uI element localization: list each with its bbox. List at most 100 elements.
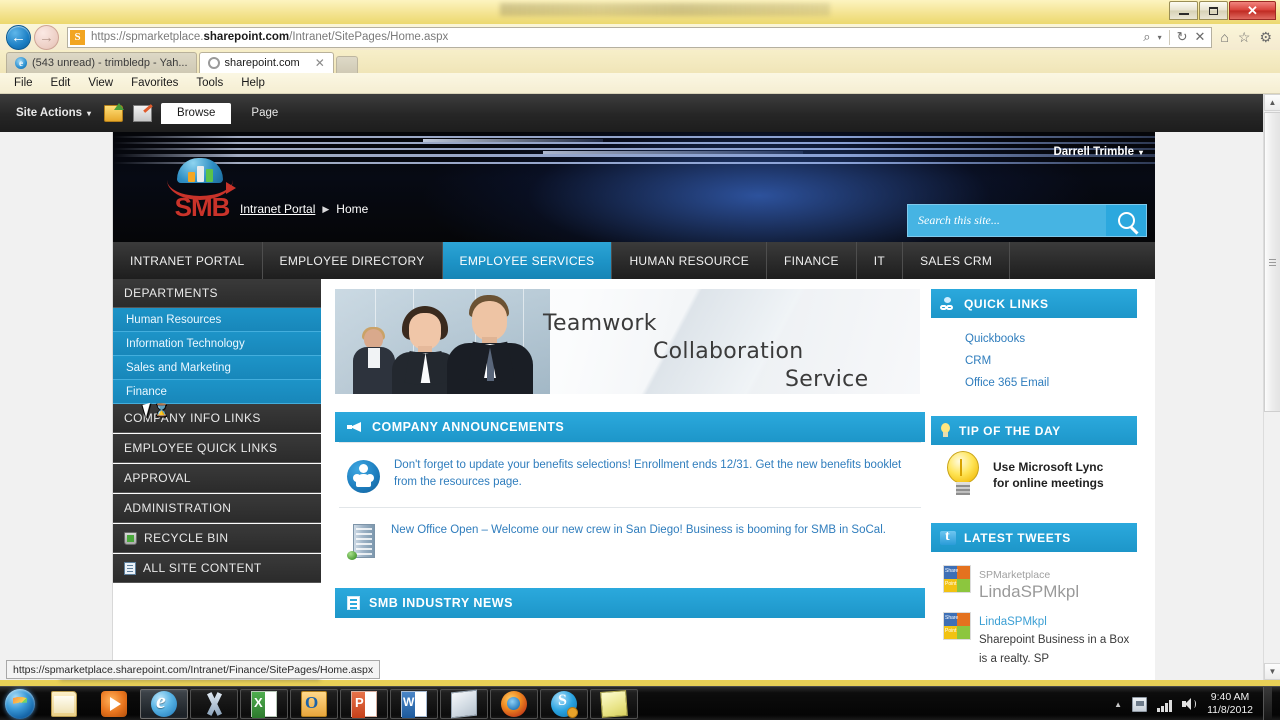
menu-item-favorites[interactable]: Favorites [131, 77, 178, 89]
announcement-item[interactable]: New Office Open – Welcome our new crew i… [335, 508, 925, 574]
nav-item-finance[interactable]: FINANCE [767, 242, 857, 279]
taskbar-item-x-app[interactable] [190, 688, 238, 719]
sidebar-item-finance[interactable]: Finance [113, 380, 321, 404]
clock[interactable]: 9:40 AM 11/8/2012 [1207, 691, 1253, 717]
navigate-up-icon[interactable] [104, 102, 125, 122]
scrollbar-grip-icon [1269, 258, 1276, 266]
quick-link-office-365-email[interactable]: Office 365 Email [931, 372, 1137, 394]
chevron-down-icon[interactable]: ▾ [1158, 33, 1162, 42]
sidebar-item-information-technology[interactable]: Information Technology [113, 332, 321, 356]
ribbon-tab-browse[interactable]: Browse [161, 102, 232, 124]
url-bar[interactable]: S https://spmarketplace.sharepoint.com/I… [67, 26, 1213, 48]
nav-item-employee-services[interactable]: EMPLOYEE SERVICES [442, 242, 613, 279]
nav-item-human-resource[interactable]: HUMAN RESOURCE [612, 242, 768, 279]
hero-text-collaboration: Collaboration [653, 339, 804, 364]
browser-toolbar-icons: ⌂ ☆ ⚙ [1212, 29, 1280, 46]
menu-item-edit[interactable]: Edit [51, 77, 71, 89]
taskbar-item-internet-explorer[interactable] [140, 688, 188, 719]
taskbar-item-sticky-notes[interactable] [590, 688, 638, 719]
divider [1168, 29, 1170, 45]
sidebar-item-human-resources[interactable]: Human Resources [113, 308, 321, 332]
sidebar-item-all-site-content[interactable]: ALL SITE CONTENT [113, 554, 321, 583]
site-search-box[interactable]: Search this site... [907, 204, 1147, 237]
home-icon[interactable]: ⌂ [1220, 29, 1228, 45]
forward-button[interactable]: → [34, 24, 59, 50]
tweet-handle[interactable]: LindaSPMkpl [979, 582, 1079, 601]
quick-link-quickbooks[interactable]: Quickbooks [931, 328, 1137, 350]
edit-page-icon[interactable] [133, 104, 153, 122]
show-desktop-button[interactable] [1263, 687, 1272, 720]
search-input[interactable]: Search this site... [908, 213, 1106, 228]
menu-item-tools[interactable]: Tools [196, 77, 223, 89]
lightbulb-icon [940, 423, 951, 438]
quick-link-crm[interactable]: CRM [931, 350, 1137, 372]
sidebar-item-employee-quick-links[interactable]: EMPLOYEE QUICK LINKS [113, 434, 321, 463]
search-button[interactable] [1106, 205, 1146, 236]
taskbar-item-microsoft-excel[interactable] [240, 688, 288, 719]
word-icon [401, 690, 427, 718]
browser-tab-sharepoint[interactable]: sharepoint.com ✕ [198, 52, 334, 73]
taskbar-item-microsoft-powerpoint[interactable] [340, 688, 388, 719]
action-center-icon[interactable] [1132, 696, 1148, 712]
taskbar-item-windows-media-player[interactable] [90, 689, 138, 719]
minimize-button[interactable] [1169, 1, 1198, 20]
hero-banner: Teamwork Collaboration Service [335, 289, 920, 394]
scroll-down-arrow-icon[interactable]: ▼ [1264, 663, 1280, 680]
announcement-text[interactable]: New Office Open – Welcome our new crew i… [391, 522, 919, 539]
notebook-icon [451, 689, 477, 718]
stop-icon[interactable]: ✕ [1195, 29, 1206, 45]
menu-item-view[interactable]: View [88, 77, 113, 89]
nav-item-it[interactable]: IT [857, 242, 904, 279]
menu-item-file[interactable]: File [14, 77, 33, 89]
taskbar-item-skype[interactable] [540, 688, 588, 719]
scroll-up-arrow-icon[interactable]: ▲ [1264, 94, 1280, 111]
sidebar-item-administration[interactable]: ADMINISTRATION [113, 494, 321, 523]
menu-item-help[interactable]: Help [241, 77, 265, 89]
favorites-icon[interactable]: ☆ [1238, 29, 1251, 46]
taskbar-item-notebook-app[interactable] [440, 688, 488, 719]
refresh-icon[interactable]: ↻ [1177, 29, 1188, 45]
site-actions-menu[interactable]: Site Actions ▾ [8, 107, 99, 119]
nav-item-sales-crm[interactable]: SALES CRM [903, 242, 1011, 279]
tweet-handle[interactable]: LindaSPMkpl [979, 616, 1047, 628]
ie-icon [151, 688, 177, 717]
new-tab-button[interactable] [335, 56, 358, 73]
taskbar-item-microsoft-word[interactable] [390, 688, 438, 719]
back-button[interactable]: ← [6, 24, 31, 50]
scrollbar-thumb[interactable] [1264, 112, 1280, 412]
browser-tab-yahoo[interactable]: e (543 unread) - trimbledp - Yah... [6, 52, 197, 73]
sidebar-item-recycle-bin[interactable]: RECYCLE BIN [113, 524, 321, 553]
taskbar-item-mozilla-firefox[interactable] [490, 688, 538, 719]
sidebar-item-sales-and-marketing[interactable]: Sales and Marketing [113, 356, 321, 380]
taskbar-item-windows-explorer[interactable] [40, 689, 88, 719]
tweet-account: SPMarketplace [979, 569, 1051, 581]
breadcrumb-root-link[interactable]: Intranet Portal [240, 202, 315, 216]
taskbar-item-microsoft-outlook[interactable] [290, 688, 338, 719]
ribbon-tab-page[interactable]: Page [235, 102, 294, 124]
breadcrumb-current: Home [336, 202, 369, 216]
gear-icon[interactable]: ⚙ [1259, 29, 1272, 46]
announcement-item[interactable]: Don't forget to update your benefits sel… [335, 443, 925, 507]
page-left-gutter [0, 132, 113, 680]
site-header-banner: Darrell Trimble ▾ SMB Intranet Portal ▶ … [113, 132, 1155, 242]
network-icon[interactable] [1157, 697, 1172, 712]
announcement-text[interactable]: Don't forget to update your benefits sel… [394, 457, 919, 490]
volume-icon[interactable] [1182, 697, 1197, 712]
smb-logo[interactable]: SMB [163, 158, 241, 222]
nav-item-intranet-portal[interactable]: INTRANET PORTAL [113, 242, 263, 279]
tweet-item[interactable]: Share Point LindaSPMkpl Sharepoint Busine… [931, 605, 1137, 670]
webpart-header: SMB INDUSTRY NEWS [335, 588, 925, 618]
vertical-scrollbar[interactable]: ▲ ▼ [1263, 94, 1280, 680]
tweet-item[interactable]: Share Point SPMarketplace LindaSPMkpl [931, 558, 1137, 605]
sidebar-item-approval[interactable]: APPROVAL [113, 464, 321, 493]
page-right-gutter [1155, 132, 1264, 680]
search-icon[interactable]: ⌕ [1143, 29, 1150, 45]
start-button[interactable] [5, 688, 35, 719]
maximize-button[interactable] [1199, 1, 1228, 20]
sidebar-item-departments[interactable]: DEPARTMENTS [113, 279, 321, 308]
close-button[interactable]: ✕ [1229, 1, 1276, 20]
close-icon[interactable]: ✕ [315, 56, 325, 70]
nav-item-employee-directory[interactable]: EMPLOYEE DIRECTORY [263, 242, 443, 279]
user-menu[interactable]: Darrell Trimble ▾ [1053, 146, 1143, 158]
show-hidden-icons-icon[interactable]: ▲ [1114, 700, 1122, 709]
